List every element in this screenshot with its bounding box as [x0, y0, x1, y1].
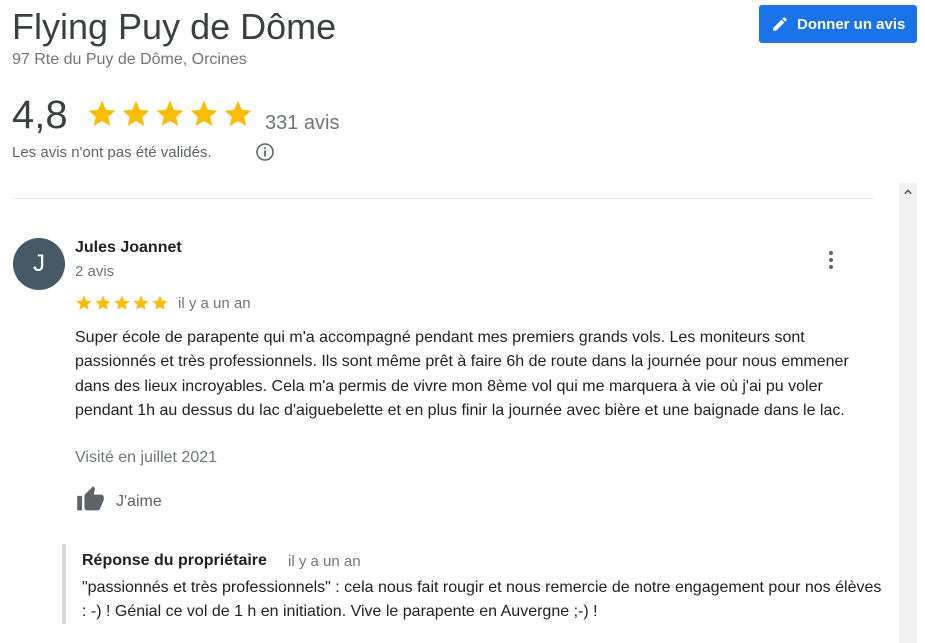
thumbs-up-icon[interactable]: [75, 485, 106, 514]
owner-reply-bar: [62, 544, 66, 624]
rating-stars: [86, 98, 254, 130]
owner-reply-text: "passionnés et très professionnels" : ce…: [82, 579, 882, 620]
star-icon: [156, 100, 184, 126]
review-stars: [75, 294, 169, 312]
info-icon[interactable]: [255, 142, 275, 162]
business-name: Flying Puy de Dôme: [12, 6, 337, 47]
star-icon: [190, 100, 218, 126]
avatar[interactable]: J: [13, 238, 65, 290]
rating-value: 4,8: [12, 93, 68, 137]
review-time: il y a un an: [178, 295, 251, 312]
review-text: Super école de parapente qui m'a accompa…: [75, 329, 849, 419]
write-review-label: Donner un avis: [797, 15, 906, 33]
review-count-link[interactable]: 331 avis: [265, 112, 340, 135]
owner-reply-title: Réponse du propriétaire: [82, 552, 267, 569]
unverified-notice: Les avis n'ont pas été validés.: [12, 144, 212, 161]
write-review-button[interactable]: Donner un avis: [759, 5, 917, 43]
star-icon: [122, 100, 150, 126]
star-icon: [76, 295, 92, 310]
like-button[interactable]: J'aime: [116, 493, 162, 511]
owner-reply-time: il y a un an: [288, 553, 361, 570]
scroll-up-arrow-icon[interactable]: [899, 183, 917, 201]
star-icon: [95, 295, 111, 310]
pencil-icon: [771, 15, 789, 33]
star-icon: [114, 295, 130, 310]
section-divider: [12, 198, 875, 199]
star-icon: [224, 100, 252, 126]
visited-date: Visité en juillet 2021: [75, 449, 218, 466]
star-icon: [88, 100, 116, 126]
business-address: 97 Rte du Puy de Dôme, Orcines: [12, 51, 247, 68]
star-icon: [133, 295, 149, 310]
review-author[interactable]: Jules Joannet: [75, 239, 182, 257]
more-options-icon[interactable]: [820, 248, 842, 272]
scrollbar[interactable]: [899, 183, 917, 643]
star-icon: [152, 295, 168, 310]
author-review-count: 2 avis: [75, 263, 115, 280]
